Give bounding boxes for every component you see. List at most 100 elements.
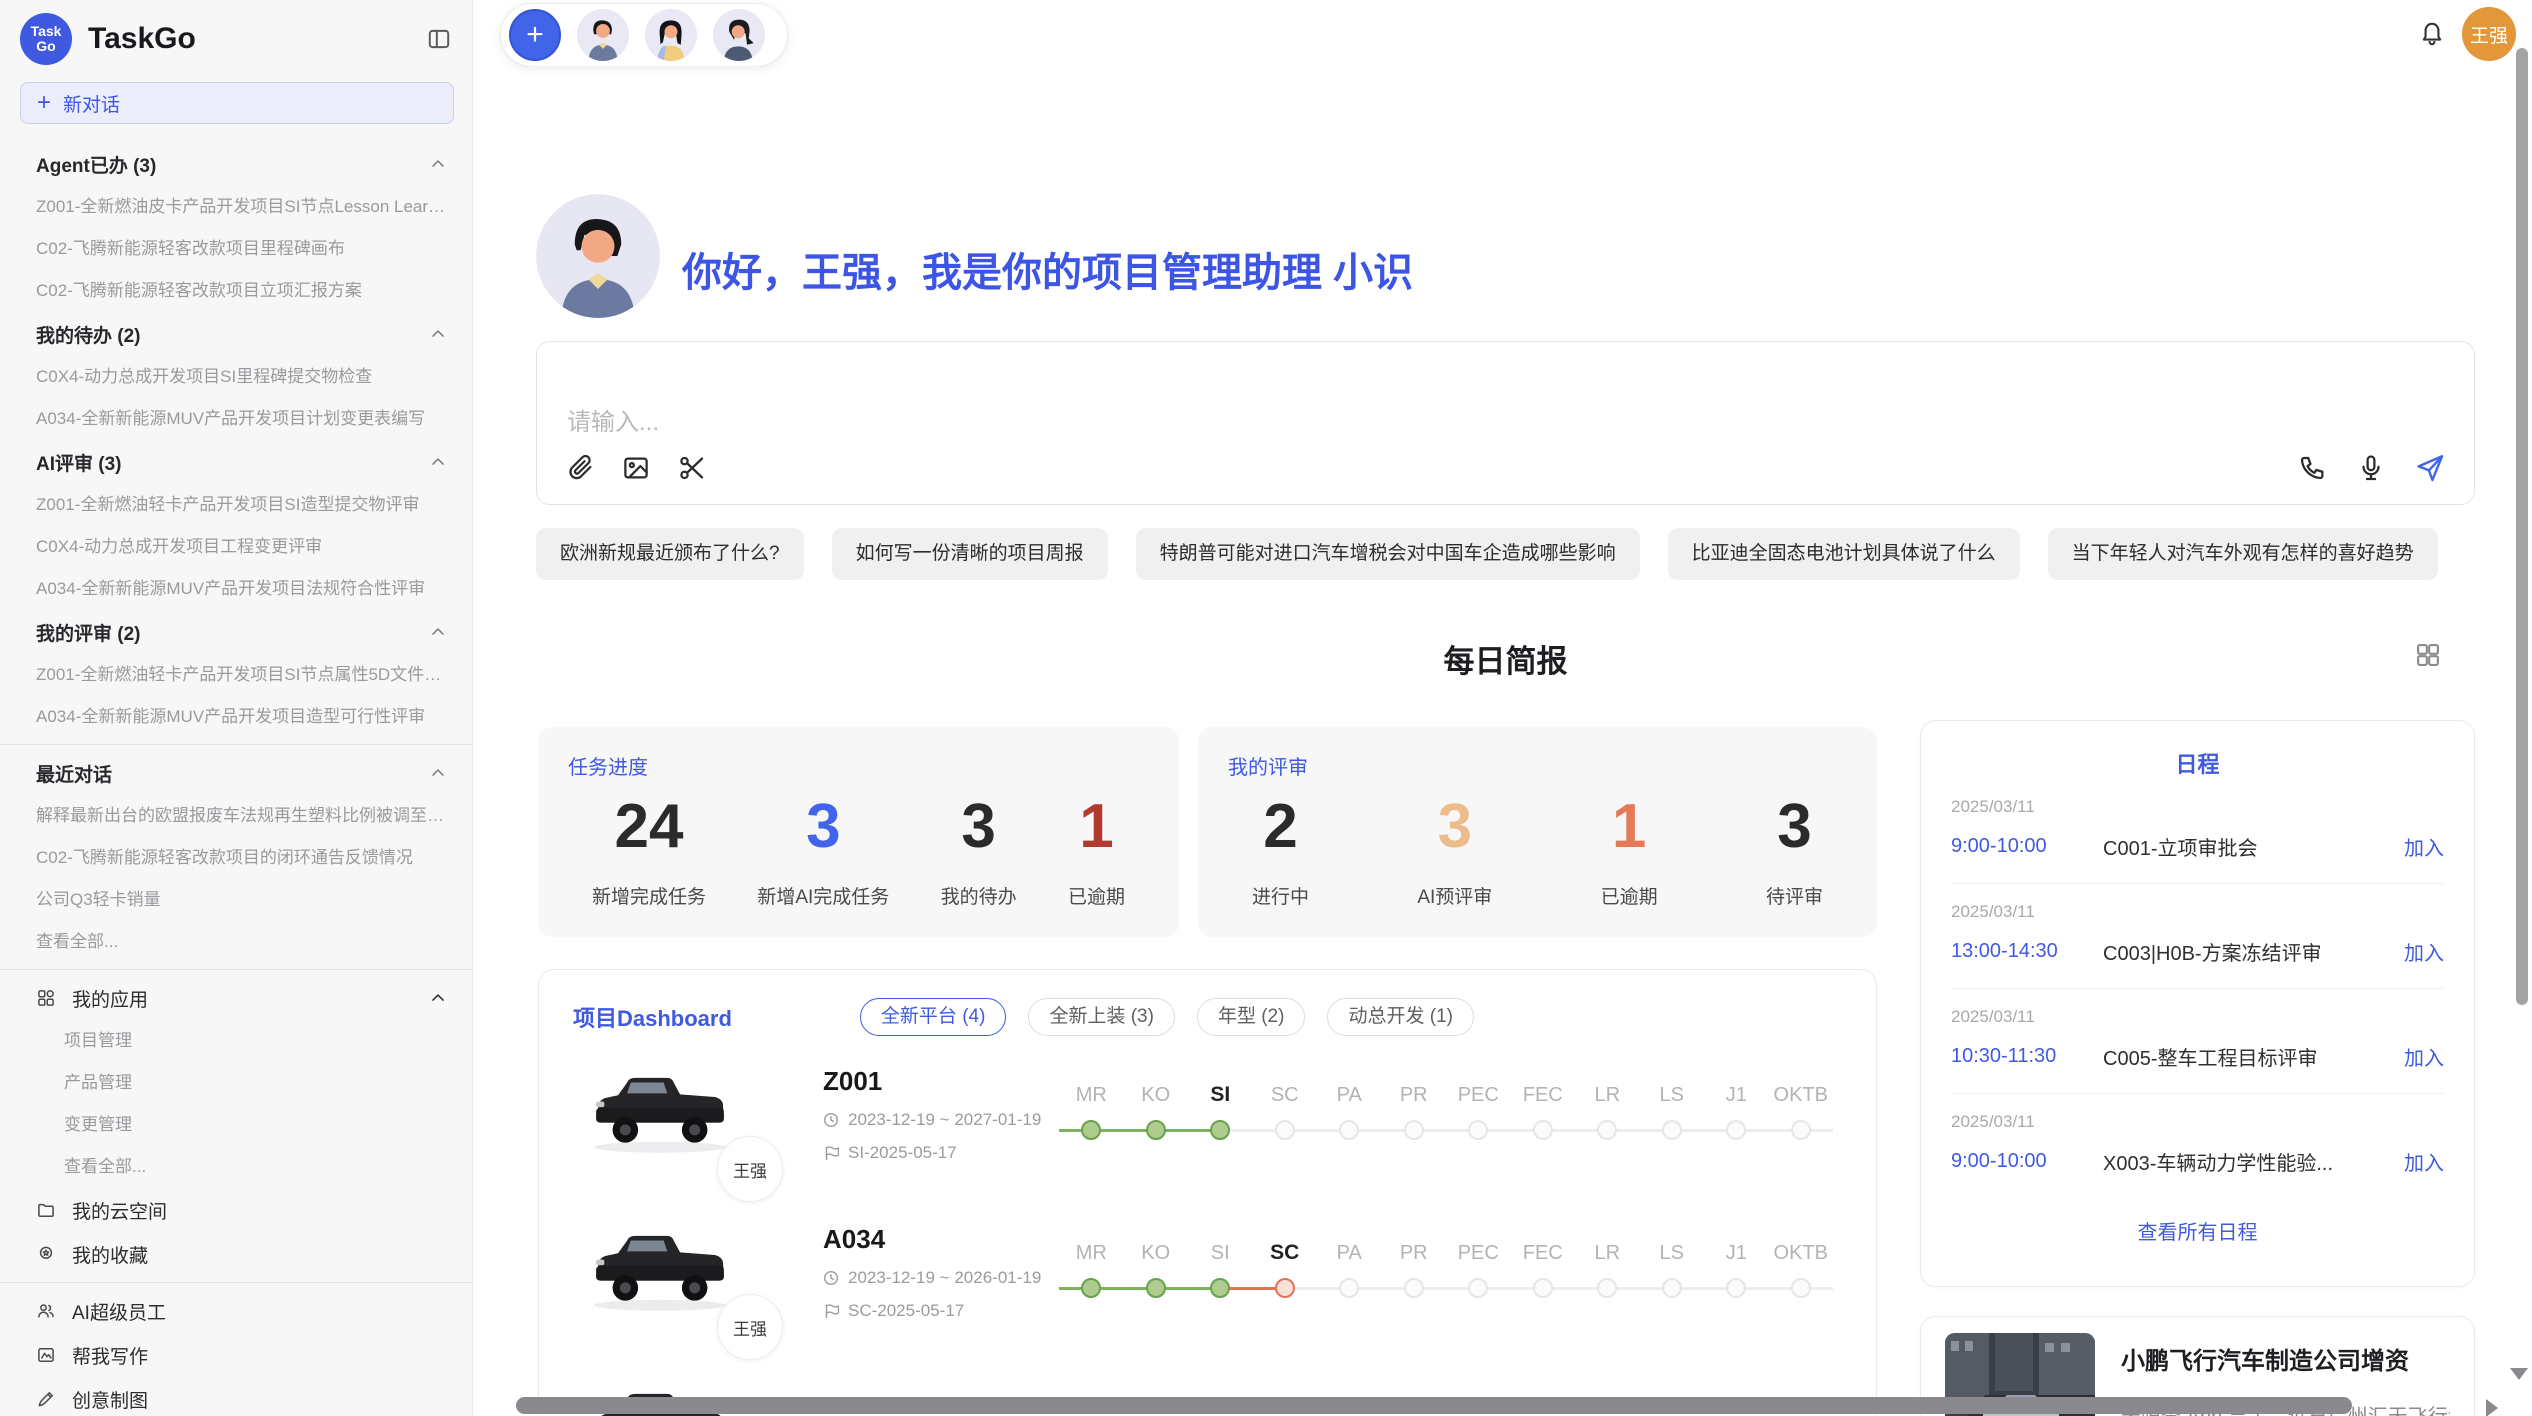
sidebar-item-help-write[interactable]: 帮我写作	[0, 1333, 472, 1377]
list-item[interactable]: C02-飞腾新能源轻客改款项目里程碑画布	[0, 228, 472, 270]
section-my-todo[interactable]: 我的待办 (2)	[0, 312, 472, 356]
project-dashboard-card: 项目Dashboard 全新平台 (4) 全新上装 (3) 年型 (2) 动总开…	[538, 969, 1877, 1416]
list-item[interactable]: Z001-全新燃油轻卡产品开发项目SI节点属性5D文件评审	[0, 654, 472, 696]
agent-avatar-1[interactable]	[577, 9, 629, 61]
list-item[interactable]: A034-全新新能源MUV产品开发项目造型可行性评审	[0, 696, 472, 738]
agent-avatar-2[interactable]	[645, 9, 697, 61]
tab-model-year[interactable]: 年型 (2)	[1197, 998, 1306, 1036]
layout-grid-icon[interactable]	[2414, 641, 2442, 669]
join-link[interactable]: 加入	[2404, 832, 2444, 861]
list-item[interactable]: C02-飞腾新能源轻客改款项目的闭环通告反馈情况	[0, 837, 472, 879]
my-apps-label: 我的应用	[72, 985, 412, 1012]
horizontal-scrollbar[interactable]	[516, 1397, 2352, 1414]
greeting-text: 你好，王强，我是你的项目管理助理 小识	[682, 240, 1413, 298]
milestone-dot	[1446, 1276, 1511, 1300]
section-ai-review[interactable]: AI评审 (3)	[0, 440, 472, 484]
schedule-row: 2025/03/11 9:00-10:00 C001-立项审批会 加入	[1951, 779, 2444, 884]
stat-new-done: 24 新增完成任务	[592, 796, 706, 909]
plus-icon: +	[37, 91, 51, 115]
agent-avatar-3[interactable]	[713, 9, 765, 61]
milestone-track: MR KO SI SC PA PR PEC FEC LR LS J1 OKTB	[1059, 1238, 1833, 1300]
scroll-down-arrow-icon[interactable]	[2510, 1368, 2528, 1380]
sidebar: Task Go TaskGo + 新对话 Agent已办 (3) Z001-全新…	[0, 0, 473, 1416]
join-link[interactable]: 加入	[2404, 1042, 2444, 1071]
list-item[interactable]: Z001-全新燃油轻卡产品开发项目SI造型提交物评审	[0, 484, 472, 526]
tab-powertrain[interactable]: 动总开发 (1)	[1327, 998, 1474, 1036]
my-review-title: 我的评审	[1228, 751, 1847, 780]
milestone-dot	[1059, 1276, 1124, 1300]
list-item[interactable]: Z001-全新燃油皮卡产品开发项目SI节点Lesson Learn报告	[0, 186, 472, 228]
new-chat-button[interactable]: + 新对话	[20, 82, 454, 124]
my-review-card: 我的评审 2 进行中 3 AI预评审 1 已逾期 3 待评审	[1198, 727, 1877, 937]
vertical-scrollbar[interactable]	[2516, 48, 2528, 1005]
dashboard-tabs: 全新平台 (4) 全新上装 (3) 年型 (2) 动总开发 (1)	[860, 998, 1474, 1036]
sidebar-item-my-apps[interactable]: 我的应用	[0, 976, 472, 1020]
scroll-right-arrow-icon[interactable]	[2486, 1399, 2498, 1416]
chevron-up-icon	[428, 452, 448, 472]
milestone-dot	[1704, 1276, 1769, 1300]
agent-avatar-bar: +	[500, 3, 788, 67]
chevron-up-icon	[428, 324, 448, 344]
add-agent-button[interactable]: +	[509, 9, 561, 61]
list-item[interactable]: C0X4-动力总成开发项目工程变更评审	[0, 526, 472, 568]
truck-image	[587, 1218, 733, 1314]
list-item[interactable]: 解释最新出台的欧盟报废车法规再生塑料比例被调至15%...	[0, 795, 472, 837]
image-icon[interactable]	[621, 453, 651, 483]
project-name: Z001	[823, 1066, 1041, 1097]
schedule-row: 2025/03/11 10:30-11:30 C005-整车工程目标评审 加入	[1951, 989, 2444, 1094]
chevron-up-icon	[428, 154, 448, 174]
suggestion-chip[interactable]: 特朗普可能对进口汽车增税会对中国车企造成哪些影响	[1136, 528, 1640, 580]
tab-new-body[interactable]: 全新上装 (3)	[1028, 998, 1175, 1036]
list-item[interactable]: A034-全新新能源MUV产品开发项目法规符合性评审	[0, 568, 472, 610]
sidebar-item-product-mgmt[interactable]: 产品管理	[0, 1062, 472, 1104]
view-all-apps[interactable]: 查看全部...	[0, 1146, 472, 1188]
sidebar-item-creative-draw[interactable]: 创意制图	[0, 1377, 472, 1416]
list-item[interactable]: 公司Q3轻卡销量	[0, 879, 472, 921]
clock-icon	[823, 1270, 839, 1286]
milestone-dot	[1382, 1118, 1447, 1142]
sidebar-collapse-icon[interactable]	[426, 26, 452, 52]
join-link[interactable]: 加入	[2404, 937, 2444, 966]
bell-icon[interactable]	[2418, 18, 2446, 46]
sidebar-item-change-mgmt[interactable]: 变更管理	[0, 1104, 472, 1146]
dashboard-title: 项目Dashboard	[573, 1001, 732, 1033]
sidebar-item-cloud-space[interactable]: 我的云空间	[0, 1188, 472, 1232]
new-chat-label: 新对话	[63, 90, 120, 117]
view-all-schedule-link[interactable]: 查看所有日程	[1951, 1216, 2444, 1245]
list-item[interactable]: C0X4-动力总成开发项目SI里程碑提交物检查	[0, 356, 472, 398]
section-agent-done[interactable]: Agent已办 (3)	[0, 142, 472, 186]
project-name: A034	[823, 1224, 1041, 1255]
project-row[interactable]: 王强 A034 2023-12-19 ~ 2026-01-19 SC-2025-…	[539, 1208, 1876, 1366]
milestone-dot	[1640, 1276, 1705, 1300]
tab-new-platform[interactable]: 全新平台 (4)	[860, 998, 1007, 1036]
current-milestone-label: SI	[1188, 1080, 1253, 1110]
suggestion-chip[interactable]: 比亚迪全固态电池计划具体说了什么	[1668, 528, 2020, 580]
taskgo-logo: Task Go	[20, 13, 72, 65]
microphone-icon[interactable]	[2356, 453, 2386, 483]
sidebar-item-ai-super-staff[interactable]: AI超级员工	[0, 1289, 472, 1333]
attachment-icon[interactable]	[565, 453, 595, 483]
message-input[interactable]	[565, 400, 2450, 452]
sidebar-item-favorites[interactable]: 我的收藏	[0, 1232, 472, 1276]
section-recent-chats[interactable]: 最近对话	[0, 751, 472, 795]
list-item[interactable]: A034-全新新能源MUV产品开发项目计划变更表编写	[0, 398, 472, 440]
suggestion-chip[interactable]: 欧洲新规最近颁布了什么?	[536, 528, 804, 580]
user-initials: 王强	[2470, 21, 2508, 48]
scissors-icon[interactable]	[677, 453, 707, 483]
sidebar-item-project-mgmt[interactable]: 项目管理	[0, 1020, 472, 1062]
suggestion-chip[interactable]: 如何写一份清晰的项目周报	[832, 528, 1108, 580]
project-row[interactable]: 王强 Z001 2023-12-19 ~ 2027-01-19 SI-2025-…	[539, 1050, 1876, 1208]
send-icon[interactable]	[2414, 452, 2446, 484]
chevron-up-icon	[428, 763, 448, 783]
user-avatar[interactable]: 王强	[2462, 7, 2516, 61]
join-link[interactable]: 加入	[2404, 1147, 2444, 1176]
suggestion-chip[interactable]: 当下年轻人对汽车外观有怎样的喜好趋势	[2048, 528, 2438, 580]
phone-call-icon[interactable]	[2298, 453, 2328, 483]
list-item[interactable]: C02-飞腾新能源轻客改款项目立项汇报方案	[0, 270, 472, 312]
section-label: 我的待办 (2)	[36, 321, 141, 348]
view-all-chats[interactable]: 查看全部...	[0, 921, 472, 963]
milestone-dot	[1704, 1118, 1769, 1142]
stat-in-progress: 2 进行中	[1252, 796, 1309, 909]
milestone-dot	[1124, 1276, 1189, 1300]
section-my-review[interactable]: 我的评审 (2)	[0, 610, 472, 654]
